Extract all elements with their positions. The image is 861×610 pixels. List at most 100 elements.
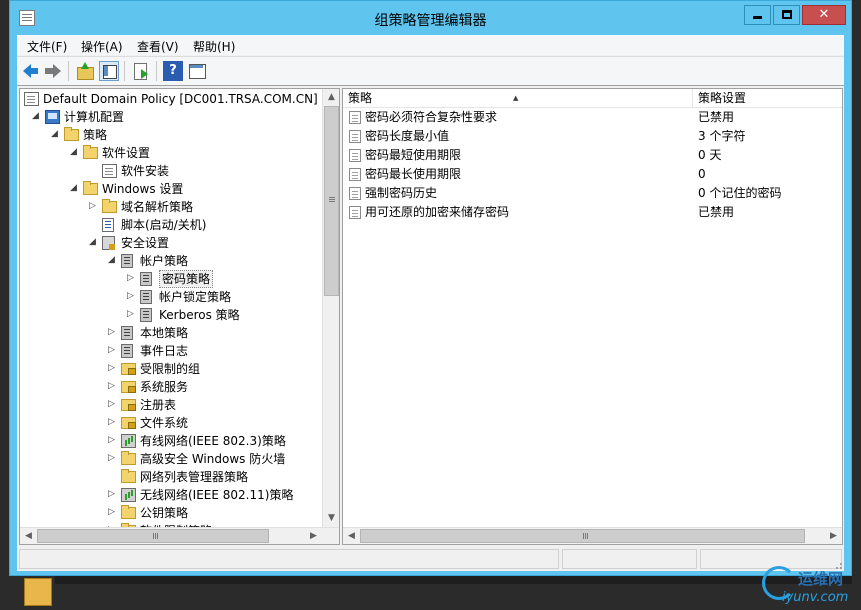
tree-item[interactable]: ▷ 本地策略	[20, 324, 322, 342]
tree-item[interactable]: ▷ 受限制的组	[20, 360, 322, 378]
scroll-thumb[interactable]	[324, 106, 339, 296]
policy-value: 3 个字符	[698, 129, 746, 143]
collapsed-arrow-icon[interactable]: ▷	[107, 508, 116, 517]
tree-item[interactable]: ▷ 密码策略	[20, 270, 322, 288]
scroll-down-icon[interactable]: ▼	[323, 510, 339, 527]
tree-item[interactable]: ▷ 事件日志	[20, 342, 322, 360]
tree-item[interactable]: ◢ 计算机配置	[20, 108, 322, 126]
tree-item[interactable]: Default Domain Policy [DC001.TRSA.COM.CN…	[20, 90, 334, 108]
tree-item[interactable]: 网络列表管理器策略	[20, 468, 322, 486]
file-explorer-icon[interactable]	[24, 578, 52, 606]
tree-item[interactable]: ◢ 策略	[20, 126, 322, 144]
tree-horizontal-scrollbar[interactable]: ◀ ▶	[20, 527, 339, 544]
collapsed-arrow-icon[interactable]: ▷	[88, 202, 97, 211]
collapsed-arrow-icon[interactable]: ▷	[126, 274, 135, 283]
column-header-policy[interactable]: 策略 ▲	[343, 89, 693, 108]
collapsed-arrow-icon[interactable]: ▷	[107, 454, 116, 463]
expanded-arrow-icon[interactable]: ◢	[50, 130, 59, 139]
expanded-arrow-icon[interactable]: ◢	[69, 184, 78, 193]
export-list-icon[interactable]	[131, 61, 151, 81]
computer-icon	[45, 110, 60, 124]
scroll-left-icon[interactable]: ◀	[20, 528, 37, 544]
policy-row[interactable]: 密码最长使用期限 0	[343, 165, 842, 184]
package-icon	[102, 164, 117, 178]
forward-arrow-icon[interactable]	[43, 61, 63, 81]
menu-file[interactable]: 文件(F)	[27, 38, 67, 55]
maximize-button[interactable]	[773, 5, 800, 25]
close-button[interactable]: ✕	[802, 5, 846, 25]
collapsed-arrow-icon[interactable]: ▷	[107, 436, 116, 445]
watermark-text-url: iyunv.com	[782, 590, 849, 605]
collapsed-arrow-icon[interactable]: ▷	[126, 292, 135, 301]
collapsed-arrow-icon[interactable]: ▷	[107, 490, 116, 499]
title-bar[interactable]: 组策略管理编辑器 ✕	[10, 1, 851, 35]
help-icon[interactable]: ?	[163, 61, 183, 81]
toolbar-separator	[68, 61, 69, 81]
collapsed-arrow-icon[interactable]: ▷	[107, 418, 116, 427]
policy-name: 密码最短使用期限	[365, 148, 462, 162]
details-pane[interactable]: 策略 ▲ 策略设置 密码必须符合复杂性要求 已禁用 密码长度最小值 3 个字符 密码最短…	[342, 88, 843, 545]
policy-row[interactable]: 密码长度最小值 3 个字符	[343, 127, 842, 146]
tree-item[interactable]: 软件安装	[20, 162, 322, 180]
menu-view[interactable]: 查看(V)	[137, 38, 179, 55]
scroll-right-icon[interactable]: ▶	[305, 528, 322, 544]
maximize-icon	[781, 10, 792, 19]
tree-item[interactable]: ◢ Windows 设置	[20, 180, 322, 198]
tree-item[interactable]: ▷ 无线网络(IEEE 802.11)策略	[20, 486, 322, 504]
scroll-thumb[interactable]	[360, 529, 805, 543]
policy-row[interactable]: 密码必须符合复杂性要求 已禁用	[343, 108, 842, 127]
back-arrow-icon[interactable]	[21, 61, 41, 81]
collapsed-arrow-icon[interactable]: ▷	[107, 400, 116, 409]
expanded-arrow-icon[interactable]: ◢	[107, 256, 116, 265]
properties-icon[interactable]	[187, 61, 207, 81]
show-tree-icon[interactable]	[99, 61, 119, 81]
tree-item[interactable]: ▷ Kerberos 策略	[20, 306, 322, 324]
tree-item[interactable]: ▷ 有线网络(IEEE 802.3)策略	[20, 432, 322, 450]
collapsed-arrow-icon[interactable]: ▷	[107, 364, 116, 373]
policy-row[interactable]: 强制密码历史 0 个记住的密码	[343, 184, 842, 203]
status-cell-main	[19, 549, 559, 569]
collapsed-arrow-icon[interactable]: ▷	[107, 328, 116, 337]
tree-item[interactable]: ▷ 公钥策略	[20, 504, 322, 522]
tree-item[interactable]: ◢ 软件设置	[20, 144, 322, 162]
lock-folder-icon	[121, 417, 136, 429]
menu-action[interactable]: 操作(A)	[81, 38, 123, 55]
collapsed-arrow-icon[interactable]: ▷	[107, 346, 116, 355]
tree-item-label: Default Domain Policy [DC001.TRSA.COM.CN…	[43, 92, 334, 106]
sort-ascending-icon: ▲	[513, 94, 519, 102]
collapsed-arrow-icon[interactable]: ▷	[107, 382, 116, 391]
tree-item[interactable]: ▷ 文件系统	[20, 414, 322, 432]
menu-help[interactable]: 帮助(H)	[193, 38, 235, 55]
app-window: 组策略管理编辑器 ✕ 文件(F) 操作(A) 查看(V) 帮助(H) ? Def…	[9, 0, 852, 576]
up-folder-icon[interactable]	[75, 61, 95, 81]
tree-vertical-scrollbar[interactable]: ▲ ▼	[322, 89, 339, 527]
tree-item[interactable]: ◢ 帐户策略	[20, 252, 322, 270]
tree-item[interactable]: ▷ 高级安全 Windows 防火墙	[20, 450, 322, 468]
folder-icon	[83, 181, 98, 195]
policy-row[interactable]: 密码最短使用期限 0 天	[343, 146, 842, 165]
column-header-setting[interactable]: 策略设置	[693, 89, 842, 108]
tree-item[interactable]: ◢ 安全设置	[20, 234, 322, 252]
policy-row[interactable]: 用可还原的加密来储存密码 已禁用	[343, 203, 842, 222]
folder-icon	[121, 451, 136, 465]
policy-setting-icon	[349, 149, 361, 162]
tree-item-label: 本地策略	[140, 326, 189, 340]
scroll-left-icon[interactable]: ◀	[343, 528, 360, 544]
tree-item[interactable]: 脚本(启动/关机)	[20, 216, 322, 234]
expanded-arrow-icon[interactable]: ◢	[31, 112, 40, 121]
console-tree[interactable]: Default Domain Policy [DC001.TRSA.COM.CN…	[19, 88, 340, 545]
minimize-button[interactable]	[744, 5, 771, 25]
scroll-up-icon[interactable]: ▲	[323, 89, 339, 106]
expanded-arrow-icon[interactable]: ◢	[88, 238, 97, 247]
details-horizontal-scrollbar[interactable]: ◀ ▶	[343, 527, 842, 544]
policy-setting-icon	[349, 168, 361, 181]
tree-item[interactable]: ▷ 域名解析策略	[20, 198, 322, 216]
scroll-right-icon[interactable]: ▶	[825, 528, 842, 544]
tree-item[interactable]: ▷ 注册表	[20, 396, 322, 414]
tree-item[interactable]: ▷ 系统服务	[20, 378, 322, 396]
policy-value: 已禁用	[698, 110, 735, 124]
collapsed-arrow-icon[interactable]: ▷	[126, 310, 135, 319]
tree-item[interactable]: ▷ 帐户锁定策略	[20, 288, 322, 306]
scroll-thumb[interactable]	[37, 529, 269, 543]
expanded-arrow-icon[interactable]: ◢	[69, 148, 78, 157]
